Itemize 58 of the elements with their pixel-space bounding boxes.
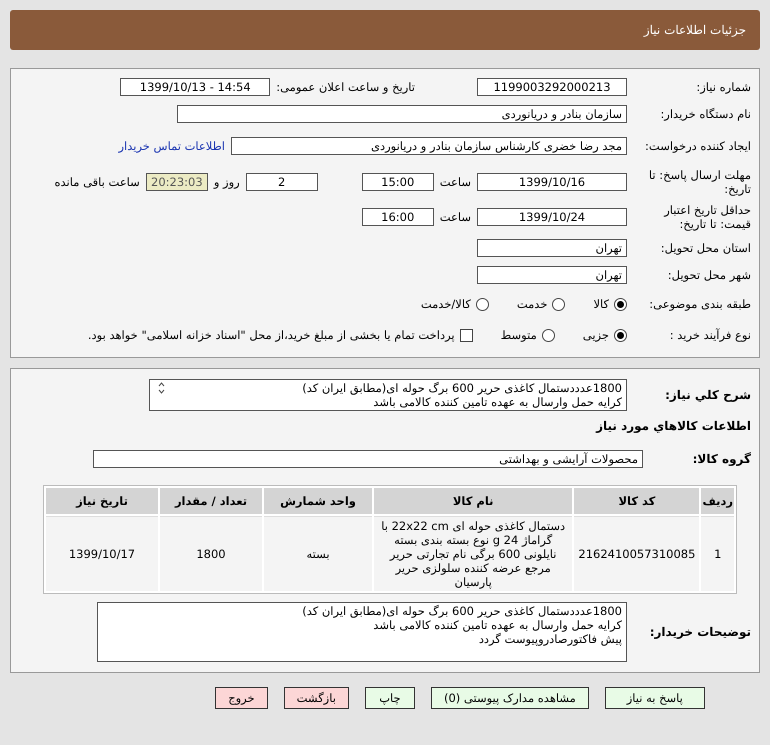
need-number-label: شماره نیاز: xyxy=(695,80,752,94)
column-header: تاریخ نیاز xyxy=(46,488,158,514)
action-button[interactable]: مشاهده مدارک پیوستی (0) xyxy=(430,687,589,709)
table-cell: دستمال کاغذی حوله ای 22x22 cm با گراماژ 24 g نوع بسته بندی بسته نایلونی 600 برگی نام تجارتی حریر مرجع عرضه کننده سلولزی حریر پارسیان xyxy=(374,516,572,591)
requester-field: مجد رضا خضری کارشناس سازمان بنادر و دریانوردی xyxy=(231,137,627,155)
time-label: ساعت xyxy=(440,210,471,224)
validity-time-field: 16:00 xyxy=(362,208,434,226)
action-button[interactable]: چاپ xyxy=(364,687,415,709)
city-label: شهر محل تحویل: xyxy=(666,268,752,282)
group-field: محصولات آرایشی و بهداشتی xyxy=(93,450,643,468)
column-header: واحد شمارش xyxy=(264,488,372,514)
table-cell: بسته xyxy=(264,516,372,591)
column-header: تعداد / مقدار xyxy=(160,488,262,514)
time-label: ساعت xyxy=(440,175,471,189)
buyer-contact-link[interactable]: اطلاعات تماس خریدار xyxy=(118,139,225,153)
deadline-time-field: 15:00 xyxy=(362,173,434,191)
province-label: استان محل تحویل: xyxy=(660,241,752,255)
scroll-arrows-icon[interactable] xyxy=(158,381,165,395)
column-header: کد کالا xyxy=(574,488,700,514)
validity-label: حداقل تاریخ اعتبار قیمت: تا تاریخ: xyxy=(662,203,752,231)
remaining-time-field: 20:23:03 xyxy=(146,173,208,191)
table-cell: 2162410057310085 xyxy=(574,516,700,591)
validity-date-field: 1399/10/24 xyxy=(477,208,627,226)
process-radio[interactable]: متوسط xyxy=(500,328,555,342)
deadline-date-field: 1399/10/16 xyxy=(477,173,627,191)
days-field: 2 xyxy=(246,173,318,191)
table-cell: 1399/10/17 xyxy=(46,516,158,591)
summary-field: 1800عدددستمال کاغذی حریر 600 برگ حوله ای(مطابق ایران کد) کرایه حمل وارسال به عهده تامین کننده کالامی باشد xyxy=(149,379,627,411)
column-header: ردیف xyxy=(701,488,734,514)
treasury-checkbox[interactable]: پرداخت تمام یا بخشی از مبلغ خرید،از محل "اسناد خزانه اسلامی" خواهد بود. xyxy=(88,328,473,342)
action-button[interactable]: بازگشت xyxy=(284,687,349,709)
process-radio[interactable]: جزیی xyxy=(582,328,627,342)
column-header: نام کالا xyxy=(374,488,572,514)
page-title: جزئیات اطلاعات نیاز xyxy=(10,10,760,50)
category-radio[interactable]: کالا/خدمت xyxy=(420,297,489,311)
category-label: طبقه بندی موضوعی: xyxy=(648,297,752,311)
remaining-label: ساعت باقی مانده xyxy=(54,175,140,189)
process-label: نوع فرآیند خرید : xyxy=(668,328,752,342)
days-label: روز و xyxy=(214,175,240,189)
need-number-field: 1199003292000213 xyxy=(477,78,627,96)
table-cell: 1800 xyxy=(160,516,262,591)
table-cell: 1 xyxy=(701,516,734,591)
announce-date-field: 1399/10/13 - 14:54 xyxy=(120,78,270,96)
buyer-org-field: سازمان بنادر و دریانوردی xyxy=(177,105,627,123)
summary-label: شرح کلي نیاز: xyxy=(664,388,752,402)
buyer-notes-field: 1800عدددستمال کاغذی حریر 600 برگ حوله ای(مطابق ایران کد) کرایه حمل وارسال به عهده تامین کننده کالامی باشد پیش فاکتورصادروپیوست گردد xyxy=(97,602,627,662)
category-radio[interactable]: خدمت xyxy=(516,297,566,311)
category-radio[interactable]: کالا xyxy=(593,297,627,311)
deadline-label: مهلت ارسال پاسخ: تا تاریخ: xyxy=(648,168,752,196)
requester-label: ایجاد کننده درخواست: xyxy=(644,139,752,153)
buyer-org-label: نام دستگاه خریدار: xyxy=(659,107,752,121)
section-title: اطلاعات کالاهاي مورد نیاز xyxy=(594,419,752,433)
announce-label: تاریخ و ساعت اعلان عمومی: xyxy=(276,80,415,94)
city-field: تهران xyxy=(477,266,627,284)
buyer-notes-label: توضیحات خریدار: xyxy=(648,625,752,639)
province-field: تهران xyxy=(477,239,627,257)
action-button[interactable]: خروج xyxy=(215,687,268,709)
action-button[interactable]: پاسخ به نیاز xyxy=(604,687,705,709)
